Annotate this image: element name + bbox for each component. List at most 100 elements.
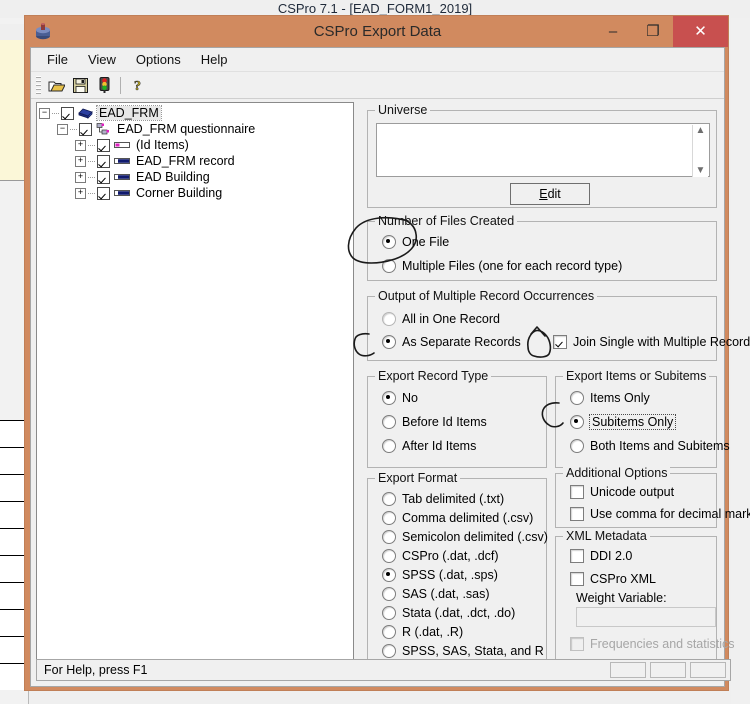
minimize-button[interactable]: – xyxy=(593,16,633,47)
radio-indicator[interactable] xyxy=(382,390,396,405)
radio-format-spss[interactable]: SPSS (.dat, .sps) xyxy=(382,565,548,584)
radio-format-tab[interactable]: Tab delimited (.txt) xyxy=(382,489,548,508)
radio-indicator[interactable] xyxy=(382,258,396,273)
radio-indicator[interactable] xyxy=(382,510,396,525)
radio-record-type-after-id[interactable]: After Id Items xyxy=(382,436,487,455)
radio-indicator[interactable] xyxy=(382,605,396,620)
radio-indicator[interactable] xyxy=(382,624,396,639)
dictionary-tree-panel[interactable]: − EAD_FRM − EAD_FRM questionnaire + (Id … xyxy=(36,102,354,663)
menu-item-view[interactable]: View xyxy=(78,49,126,70)
background-grid xyxy=(0,420,26,690)
expand-expander-icon[interactable]: + xyxy=(75,187,86,199)
xml-metadata-group: XML Metadata DDI 2.0 CSPro XML Weight Va… xyxy=(555,529,735,663)
universe-input[interactable]: ▲ ▼ xyxy=(376,123,710,177)
tree-checkbox[interactable] xyxy=(79,122,92,136)
background-grid-cell xyxy=(0,582,26,609)
radio-subitems-only[interactable]: Subitems Only xyxy=(570,412,730,431)
toolbar-grip[interactable] xyxy=(36,76,41,94)
status-bar-text: For Help, press F1 xyxy=(44,663,148,677)
radio-indicator[interactable] xyxy=(382,643,396,658)
radio-format-r[interactable]: R (.dat, .R) xyxy=(382,622,548,641)
output-occurrences-group: Output of Multiple Record Occurrences Al… xyxy=(367,289,750,361)
radio-format-sas[interactable]: SAS (.dat, .sas) xyxy=(382,584,548,603)
radio-one-file[interactable]: One File xyxy=(382,232,622,251)
radio-indicator[interactable] xyxy=(382,491,396,506)
title-bar[interactable]: CSPro Export Data – ❐ ✕ xyxy=(25,16,728,47)
checkbox-cspro-xml[interactable]: CSPro XML xyxy=(570,569,716,588)
edit-button[interactable]: Edit xyxy=(510,183,590,205)
checkbox-indicator[interactable] xyxy=(553,334,567,349)
tree-node-corner-building[interactable]: + Corner Building xyxy=(39,185,353,201)
radio-indicator[interactable] xyxy=(382,529,396,544)
radio-indicator[interactable] xyxy=(570,414,584,429)
expand-expander-icon[interactable]: + xyxy=(75,155,86,167)
radio-both-items-and-subitems[interactable]: Both Items and Subitems xyxy=(570,436,730,455)
expand-expander-icon[interactable]: + xyxy=(75,139,86,151)
checkbox-ddi-2-0[interactable]: DDI 2.0 xyxy=(570,546,716,565)
menu-item-file[interactable]: File xyxy=(37,49,78,70)
tree-checkbox[interactable] xyxy=(97,154,110,168)
tree-node-questionnaire[interactable]: − EAD_FRM questionnaire xyxy=(39,121,353,137)
open-icon[interactable] xyxy=(44,74,68,96)
chevron-up-icon[interactable]: ▲ xyxy=(696,125,706,137)
radio-record-type-no[interactable]: No xyxy=(382,388,487,407)
radio-format-all[interactable]: SPSS, SAS, Stata, and R xyxy=(382,641,548,660)
tree-checkbox[interactable] xyxy=(61,106,74,120)
weight-variable-label: Weight Variable: xyxy=(576,591,667,605)
radio-format-cspro[interactable]: CSPro (.dat, .dcf) xyxy=(382,546,548,565)
radio-format-stata[interactable]: Stata (.dat, .dct, .do) xyxy=(382,603,548,622)
traffic-light-icon[interactable] xyxy=(92,74,116,96)
checkbox-indicator[interactable] xyxy=(570,571,584,586)
universe-group-label: Universe xyxy=(375,103,431,117)
radio-indicator[interactable] xyxy=(382,586,396,601)
radio-indicator[interactable] xyxy=(382,414,396,429)
tree-node-ead-frm[interactable]: − EAD_FRM xyxy=(39,105,353,121)
radio-indicator[interactable] xyxy=(570,390,584,405)
tree-checkbox[interactable] xyxy=(97,186,110,200)
tree-node-ead-frm-record[interactable]: + EAD_FRM record xyxy=(39,153,353,169)
radio-as-separate-records[interactable]: As Separate Records xyxy=(382,332,521,351)
help-icon[interactable]: ? xyxy=(125,74,149,96)
radio-indicator[interactable] xyxy=(382,311,396,326)
checkbox-join-single-with-multiple[interactable]: Join Single with Multiple Records xyxy=(553,332,750,351)
radio-indicator[interactable] xyxy=(382,567,396,582)
menu-item-help[interactable]: Help xyxy=(191,49,238,70)
tree-node-ead-building[interactable]: + EAD Building xyxy=(39,169,353,185)
radio-all-in-one-record[interactable]: All in One Record xyxy=(382,309,521,328)
tree-node-id-items[interactable]: + (Id Items) xyxy=(39,137,353,153)
radio-indicator[interactable] xyxy=(570,438,584,453)
universe-scrollbar[interactable]: ▲ ▼ xyxy=(692,125,708,177)
radio-indicator[interactable] xyxy=(382,438,396,453)
maximize-button[interactable]: ❐ xyxy=(633,16,673,47)
radio-items-only[interactable]: Items Only xyxy=(570,388,730,407)
radio-format-semicolon[interactable]: Semicolon delimited (.csv) xyxy=(382,527,548,546)
tree-checkbox[interactable] xyxy=(97,170,110,184)
radio-label: Tab delimited (.txt) xyxy=(402,491,505,506)
expand-expander-icon[interactable]: + xyxy=(75,171,86,183)
checkbox-indicator[interactable] xyxy=(570,506,584,521)
radio-indicator[interactable] xyxy=(382,234,396,249)
collapse-expander-icon[interactable]: − xyxy=(39,107,50,119)
weight-variable-input[interactable] xyxy=(576,607,716,627)
collapse-expander-icon[interactable]: − xyxy=(57,123,68,135)
export-format-group: Export Format Tab delimited (.txt) Comma… xyxy=(367,471,548,663)
tree-node-label: EAD_FRM questionnaire xyxy=(117,122,256,136)
number-of-files-group-label: Number of Files Created xyxy=(375,214,518,228)
radio-record-type-before-id[interactable]: Before Id Items xyxy=(382,412,487,431)
output-occurrences-group-label: Output of Multiple Record Occurrences xyxy=(375,289,598,303)
radio-indicator[interactable] xyxy=(382,548,396,563)
close-button[interactable]: ✕ xyxy=(673,16,728,47)
save-icon[interactable] xyxy=(68,74,92,96)
cspro-export-data-window: CSPro Export Data – ❐ ✕ File View Option… xyxy=(24,15,750,691)
checkbox-indicator[interactable] xyxy=(570,548,584,563)
menu-item-options[interactable]: Options xyxy=(126,49,191,70)
checkbox-comma-decimal-mark[interactable]: Use comma for decimal mark xyxy=(570,504,750,523)
tree-checkbox[interactable] xyxy=(97,138,110,152)
radio-format-comma[interactable]: Comma delimited (.csv) xyxy=(382,508,548,527)
checkbox-unicode-output[interactable]: Unicode output xyxy=(570,482,750,501)
checkbox-indicator[interactable] xyxy=(570,484,584,499)
radio-multiple-files[interactable]: Multiple Files (one for each record type… xyxy=(382,256,622,275)
tree-line xyxy=(70,128,77,130)
chevron-down-icon[interactable]: ▼ xyxy=(696,165,706,177)
radio-indicator[interactable] xyxy=(382,334,396,349)
